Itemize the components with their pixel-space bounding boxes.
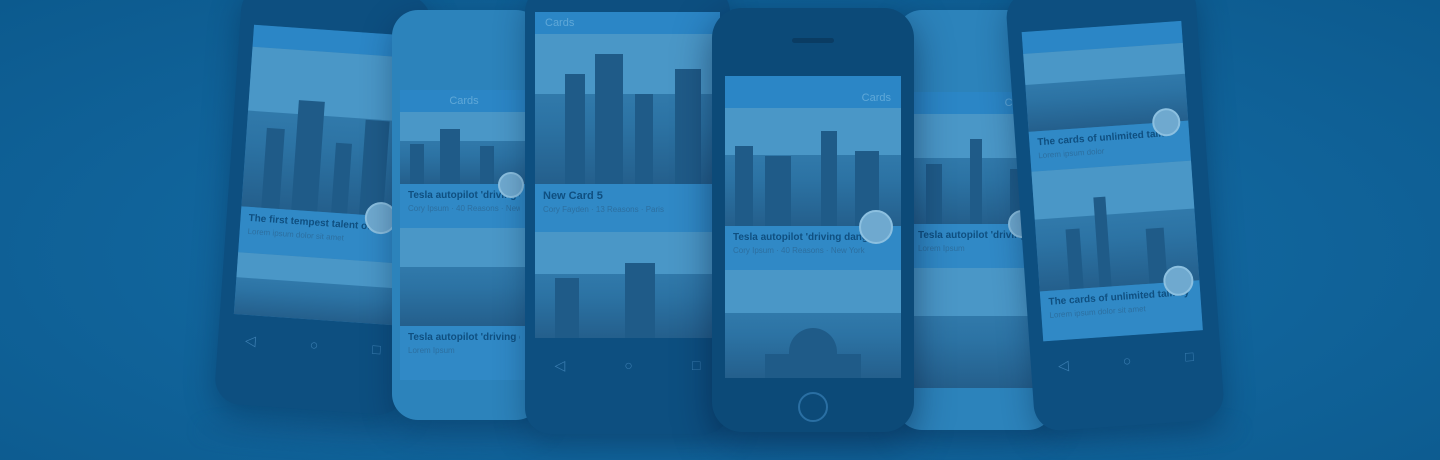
phone-center: Cards New Card 5 Cory Fayden · 13 Reason… <box>525 0 730 434</box>
toolbar-title: Cards <box>545 17 575 29</box>
phone-center-screen: Cards New Card 5 Cory Fayden · 13 Reason… <box>535 12 720 338</box>
phone-far-left-screen: The first tempest talent of us Lorem ips… <box>233 24 416 326</box>
recents-icon[interactable]: □ <box>692 357 700 373</box>
card[interactable]: Tesla autopilot 'driving dang... Lorem I… <box>400 326 528 380</box>
back-icon[interactable]: ◁ <box>1057 356 1069 374</box>
home-icon[interactable]: ○ <box>309 336 319 353</box>
avatar <box>859 210 893 244</box>
android-nav-bar: ◁ ○ □ <box>525 350 730 380</box>
toolbar: Cards <box>535 12 720 34</box>
recents-icon[interactable]: □ <box>372 341 382 358</box>
card-title: Tesla autopilot 'driving dang... <box>408 332 520 343</box>
toolbar-title: Cards <box>861 92 891 104</box>
avatar <box>498 172 524 198</box>
card-image <box>241 46 415 218</box>
card-subtitle: Cory Ipsum · 40 Reasons · New York <box>733 246 865 255</box>
card-subtitle: Lorem Ipsum <box>408 346 455 355</box>
card-subtitle: Cory Ipsum · 40 Reasons · New York <box>408 204 520 213</box>
android-nav-bar: ◁ ○ □ <box>1030 339 1222 382</box>
card-title: New Card 5 <box>543 190 603 202</box>
card-image <box>725 270 901 378</box>
iphone-front: Cards Tesla autopilot 'driving dang... C… <box>712 8 914 432</box>
card[interactable]: New Card 5 Cory Fayden · 13 Reasons · Pa… <box>535 184 720 232</box>
card-image <box>910 268 1042 388</box>
phone-far-right-screen: The cards of unlimited talk Lorem ipsum … <box>1021 20 1203 342</box>
toolbar: Cards <box>725 76 901 108</box>
android-nav-bar: ◁ ○ □ <box>217 323 409 366</box>
home-icon[interactable]: ○ <box>1122 352 1132 369</box>
back-icon[interactable]: ◁ <box>245 331 257 349</box>
phone-left: Cards Tesla autopilot 'driving dang... C… <box>392 10 542 420</box>
card-image <box>725 108 901 226</box>
iphone-screen: Cards Tesla autopilot 'driving dang... C… <box>725 76 901 378</box>
card-image <box>233 252 400 326</box>
toolbar-title: Cards <box>449 95 479 107</box>
card-image <box>535 232 720 338</box>
back-icon[interactable]: ◁ <box>555 357 566 374</box>
card-subtitle: Cory Fayden · 13 Reasons · Paris <box>543 205 664 214</box>
card-image <box>400 228 528 326</box>
home-icon[interactable]: ○ <box>624 357 632 373</box>
recents-icon[interactable]: □ <box>1185 348 1195 365</box>
iphone-speaker <box>792 38 834 43</box>
card-subtitle: Lorem Ipsum <box>918 244 965 253</box>
phone-far-right: The cards of unlimited talk Lorem ipsum … <box>1004 0 1226 433</box>
phone-left-screen: Cards Tesla autopilot 'driving dang... C… <box>400 90 528 380</box>
toolbar: Cards <box>400 90 528 112</box>
home-button[interactable] <box>798 392 828 422</box>
hero-banner: The first tempest talent of us Lorem ips… <box>0 0 1440 460</box>
card-image <box>535 34 720 184</box>
